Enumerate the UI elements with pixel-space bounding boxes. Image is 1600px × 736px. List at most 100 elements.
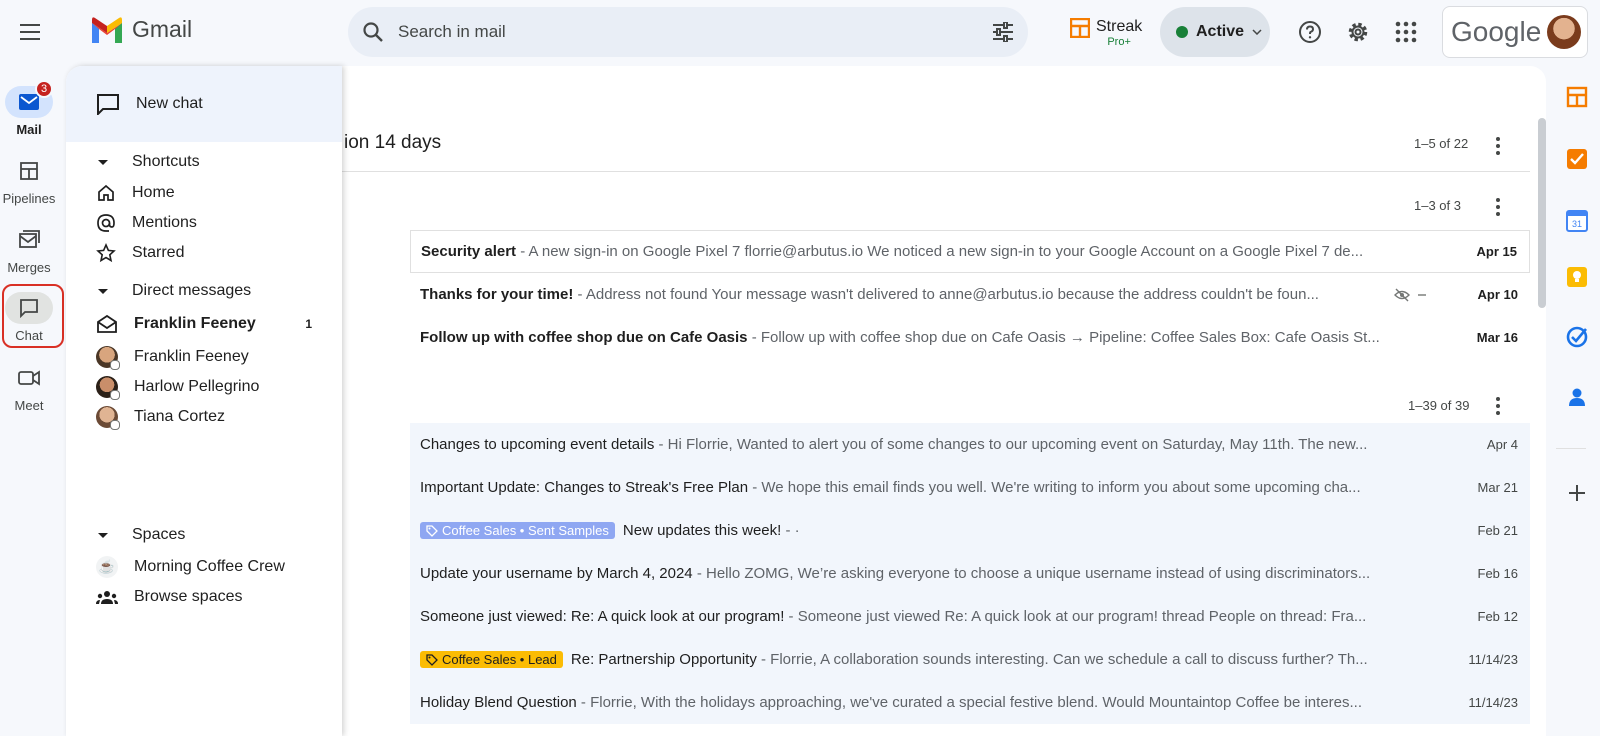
shortcut-starred[interactable]: Starred — [96, 243, 342, 263]
email-subject: New updates this week! — [622, 521, 782, 539]
label-chip-text: Coffee Sales • Sent Samples — [442, 523, 609, 539]
email-row[interactable]: Coffee Sales • Lead Re: Partnership Oppor… — [410, 638, 1530, 681]
email-text: Coffee Sales • Sent Samples New updates t… — [410, 522, 1430, 540]
mail-pill: 3 — [5, 80, 53, 118]
search-options-icon[interactable] — [978, 22, 1028, 42]
search-input[interactable] — [398, 22, 978, 42]
keep-bulb-icon[interactable] — [1566, 266, 1588, 288]
email-row[interactable]: Security alert - A new sign-in on Google… — [410, 230, 1530, 273]
account-switcher[interactable]: Google — [1442, 6, 1588, 58]
email-subject: Thanks for your time! — [420, 286, 574, 303]
shortcuts-section-toggle[interactable]: Shortcuts — [98, 153, 200, 171]
caret-down-icon — [98, 288, 108, 294]
group2-more-icon[interactable] — [1488, 396, 1508, 416]
new-chat-button[interactable]: New chat — [66, 66, 342, 142]
spaces-section-toggle[interactable]: Spaces — [98, 526, 185, 544]
email-subject: Holiday Blend Question — [420, 694, 577, 711]
email-date: Apr 15 — [1476, 244, 1517, 259]
email-row[interactable]: Update your username by March 4, 2024 - … — [410, 552, 1530, 595]
streak-tier: Pro+ — [1107, 36, 1131, 48]
home-icon — [98, 184, 114, 201]
email-row[interactable]: Changes to upcoming event details - Hi F… — [410, 423, 1530, 466]
rail-mail-label: Mail — [16, 122, 42, 137]
email-date: Feb 16 — [1477, 566, 1518, 581]
tasks-check-icon[interactable] — [1566, 326, 1588, 348]
email-snippet: - Someone just viewed Re: A quick look a… — [784, 608, 1367, 625]
dm-name: Tiana Cortez — [134, 408, 225, 425]
rail-pipelines[interactable]: Pipelines — [0, 155, 58, 206]
dm-item[interactable]: Harlow Pellegrino — [96, 376, 342, 400]
email-text: Someone just viewed: Re: A quick look at… — [410, 608, 1430, 625]
dm-item[interactable]: Franklin Feeney — [96, 346, 342, 370]
label-chip[interactable]: Coffee Sales • Lead — [420, 651, 563, 669]
user-avatar[interactable] — [1547, 15, 1582, 49]
calendar-icon[interactable]: 31 — [1566, 210, 1588, 232]
left-rail: 3 Mail Pipelines Merges Chat Meet — [0, 64, 66, 736]
dm-name: Franklin Feeney — [134, 315, 256, 332]
tag-icon — [426, 525, 438, 537]
new-chat-label: New chat — [136, 95, 203, 112]
search-bar[interactable] — [348, 7, 1028, 57]
rail-merges[interactable]: Merges — [0, 224, 58, 275]
gmail-m-icon — [92, 16, 122, 43]
browse-spaces-button[interactable]: Browse spaces — [96, 588, 342, 606]
add-addon-plus-icon[interactable] — [1566, 482, 1588, 504]
scrollbar-thumb[interactable] — [1538, 118, 1546, 308]
chevron-down-icon — [1252, 29, 1262, 35]
apps-grid-icon[interactable] — [1390, 16, 1422, 48]
dm-section-toggle[interactable]: Direct messages — [98, 282, 251, 300]
email-snippet: - Florrie, With the holidays approaching… — [576, 694, 1363, 711]
help-icon[interactable] — [1294, 16, 1326, 48]
status-selector[interactable]: Active — [1160, 7, 1270, 57]
email-date: Apr 10 — [1477, 287, 1518, 302]
group1-count: 1–3 of 3 — [1414, 198, 1461, 213]
email-row[interactable]: Thanks for your time! - Address not foun… — [410, 273, 1530, 316]
spaces-title: Spaces — [132, 526, 186, 543]
rail-meet[interactable]: Meet — [0, 362, 58, 413]
email-snippet: - · — [781, 521, 800, 539]
email-text: Thanks for your time! - Address not foun… — [410, 286, 1394, 303]
space-item[interactable]: ☕ Morning Coffee Crew — [96, 556, 342, 578]
gmail-logo[interactable]: Gmail — [90, 16, 192, 43]
email-row[interactable]: Holiday Blend Question - Florrie, With t… — [410, 681, 1530, 724]
top-bar: Gmail Streak Pro+ Active Google — [0, 0, 1600, 64]
section-more-icon[interactable] — [1488, 136, 1508, 156]
dm-item-unread[interactable]: Franklin Feeney 1 — [96, 314, 342, 334]
email-row[interactable]: Important Update: Changes to Streak's Fr… — [410, 466, 1530, 509]
divider — [342, 171, 1530, 172]
browse-spaces-label: Browse spaces — [134, 588, 243, 605]
email-snippet: - A new sign-in on Google Pixel 7 florri… — [516, 243, 1364, 260]
dm-name: Franklin Feeney — [134, 348, 249, 365]
shortcut-home-label: Home — [132, 184, 175, 201]
email-row[interactable]: Someone just viewed: Re: A quick look at… — [410, 595, 1530, 638]
avatar — [96, 346, 120, 370]
search-icon[interactable] — [348, 21, 398, 43]
email-row[interactable]: Coffee Sales • Sent Samples New updates t… — [410, 509, 1530, 552]
shortcut-home[interactable]: Home — [96, 183, 342, 203]
dm-item[interactable]: Tiana Cortez — [96, 406, 342, 430]
section-count: 1–5 of 22 — [1414, 136, 1469, 151]
tasks-checkbox-icon[interactable] — [1566, 148, 1588, 170]
dm-name: Harlow Pellegrino — [134, 378, 260, 395]
streak-panel-icon[interactable] — [1566, 86, 1588, 108]
email-row[interactable]: Follow up with coffee shop due on Cafe O… — [410, 316, 1530, 359]
contacts-person-icon[interactable] — [1566, 386, 1588, 408]
streak-button[interactable]: Streak Pro+ — [1070, 18, 1142, 48]
settings-gear-icon[interactable] — [1342, 16, 1374, 48]
email-text: Security alert - A new sign-in on Google… — [411, 243, 1429, 260]
shortcut-mentions[interactable]: Mentions — [96, 213, 342, 233]
space-name: Morning Coffee Crew — [134, 558, 285, 575]
active-status-dot — [1176, 26, 1188, 38]
shortcut-starred-label: Starred — [132, 244, 185, 261]
email-date: Feb 12 — [1477, 609, 1518, 624]
email-date: Feb 21 — [1477, 523, 1518, 538]
main-menu-icon[interactable] — [14, 16, 46, 48]
tracking-hidden-eye-icon[interactable] — [1394, 287, 1430, 303]
email-text: Update your username by March 4, 2024 - … — [410, 565, 1430, 582]
label-chip[interactable]: Coffee Sales • Sent Samples — [420, 522, 615, 540]
rail-mail[interactable]: 3 Mail — [0, 80, 58, 137]
pipelines-icon — [20, 162, 38, 180]
group1-more-icon[interactable] — [1488, 197, 1508, 217]
email-date: Mar 16 — [1476, 330, 1518, 345]
email-snippet: - Hi Florrie, Wanted to alert you of som… — [654, 436, 1368, 453]
